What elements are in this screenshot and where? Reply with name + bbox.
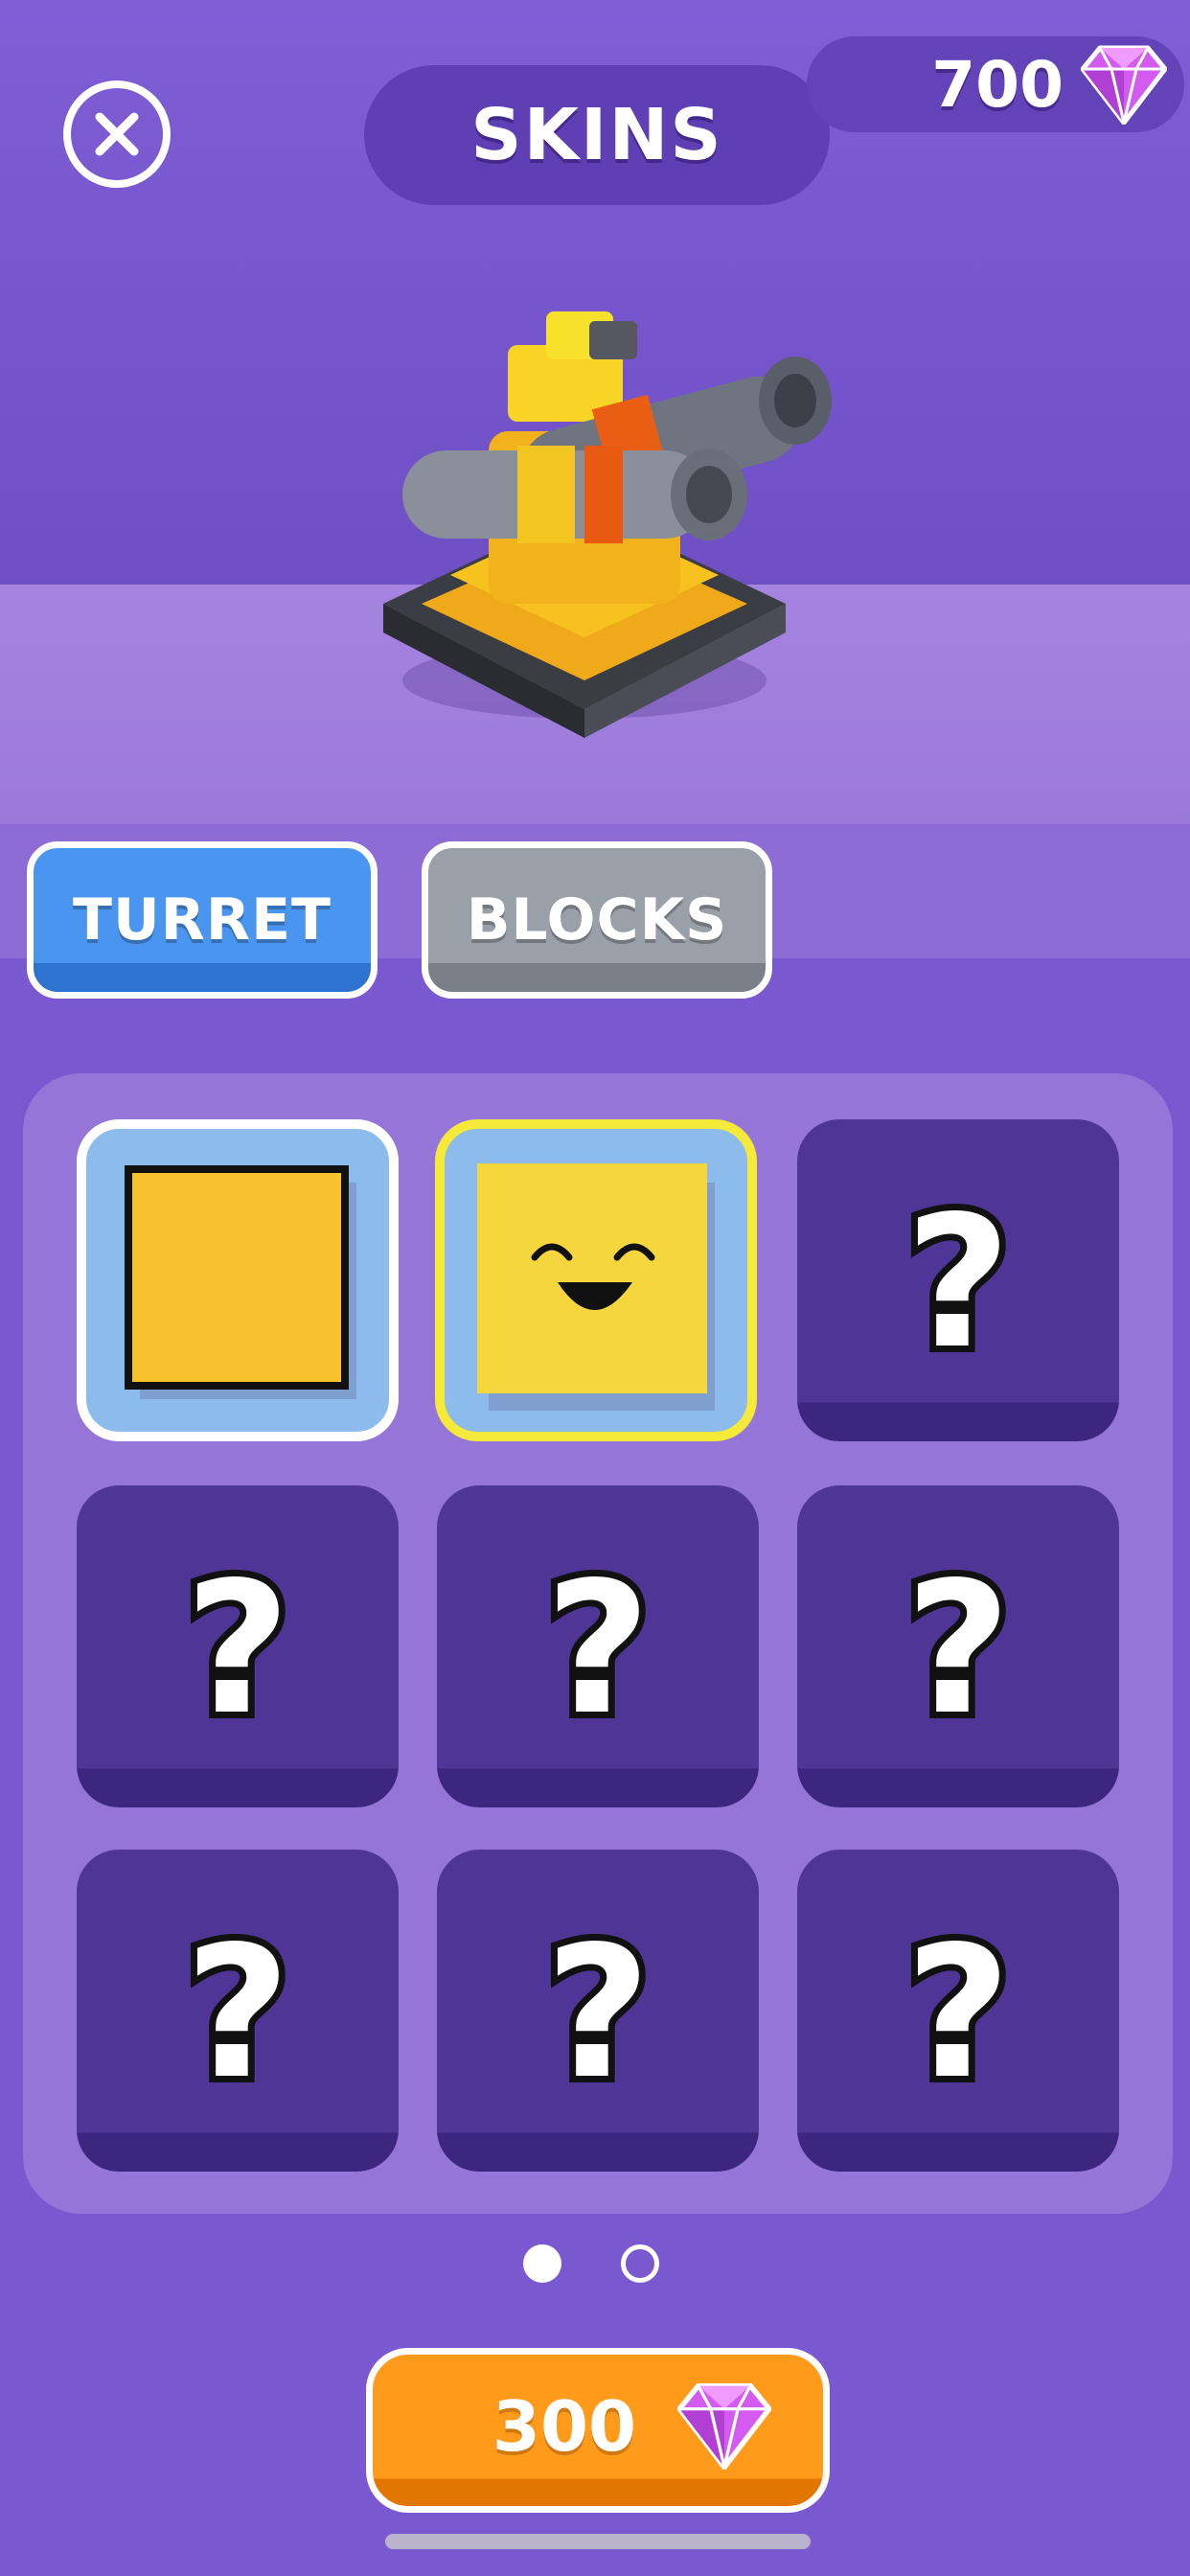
page-title: SKINS: [470, 94, 723, 176]
svg-text:?: ?: [905, 1543, 1011, 1755]
skin-slot-locked[interactable]: ?: [437, 1485, 759, 1807]
question-mark-icon: ?: [899, 1536, 1018, 1761]
gem-icon: [1081, 45, 1167, 125]
svg-text:?: ?: [545, 1543, 651, 1755]
svg-text:?: ?: [545, 1907, 651, 2119]
svg-text:?: ?: [905, 1907, 1011, 2119]
currency-amount: 700: [931, 47, 1064, 122]
svg-text:?: ?: [185, 1907, 290, 2119]
svg-text:?: ?: [905, 1177, 1011, 1389]
buy-price: 300: [492, 2386, 637, 2467]
question-mark-icon: ?: [178, 1536, 297, 1761]
turret-preview: [383, 311, 832, 738]
tab-blocks[interactable]: BLOCKS: [422, 841, 772, 999]
gem-icon: [677, 2382, 771, 2470]
skin-slot-locked[interactable]: ?: [797, 1119, 1119, 1441]
question-mark-icon: ?: [538, 1536, 657, 1761]
close-icon: [95, 112, 139, 156]
skin-slot-locked[interactable]: ?: [77, 1485, 399, 1807]
question-mark-icon: ?: [899, 1900, 1018, 2126]
close-button[interactable]: [63, 80, 171, 188]
skin-slot-locked[interactable]: ?: [797, 1485, 1119, 1807]
page-dot-1[interactable]: [523, 2244, 561, 2283]
skin-slot-selected[interactable]: [77, 1119, 399, 1441]
skin-slot-locked[interactable]: ?: [77, 1850, 399, 2172]
question-mark-icon: ?: [538, 1900, 657, 2126]
plain-yellow-block-icon: [125, 1165, 356, 1399]
question-mark-icon: ?: [899, 1170, 1018, 1395]
skin-slot-locked[interactable]: ?: [797, 1850, 1119, 2172]
home-indicator[interactable]: [385, 2534, 811, 2549]
smiley-block-icon: [477, 1163, 715, 1411]
title-pill: SKINS: [364, 65, 830, 205]
page-dot-2[interactable]: [621, 2244, 659, 2283]
skin-slot-equipped[interactable]: [435, 1119, 757, 1441]
svg-text:?: ?: [185, 1543, 290, 1755]
tab-turret[interactable]: TURRET: [27, 841, 378, 999]
skin-slot-locked[interactable]: ?: [437, 1850, 759, 2172]
buy-skin-button[interactable]: 300: [366, 2348, 830, 2513]
question-mark-icon: ?: [178, 1900, 297, 2126]
